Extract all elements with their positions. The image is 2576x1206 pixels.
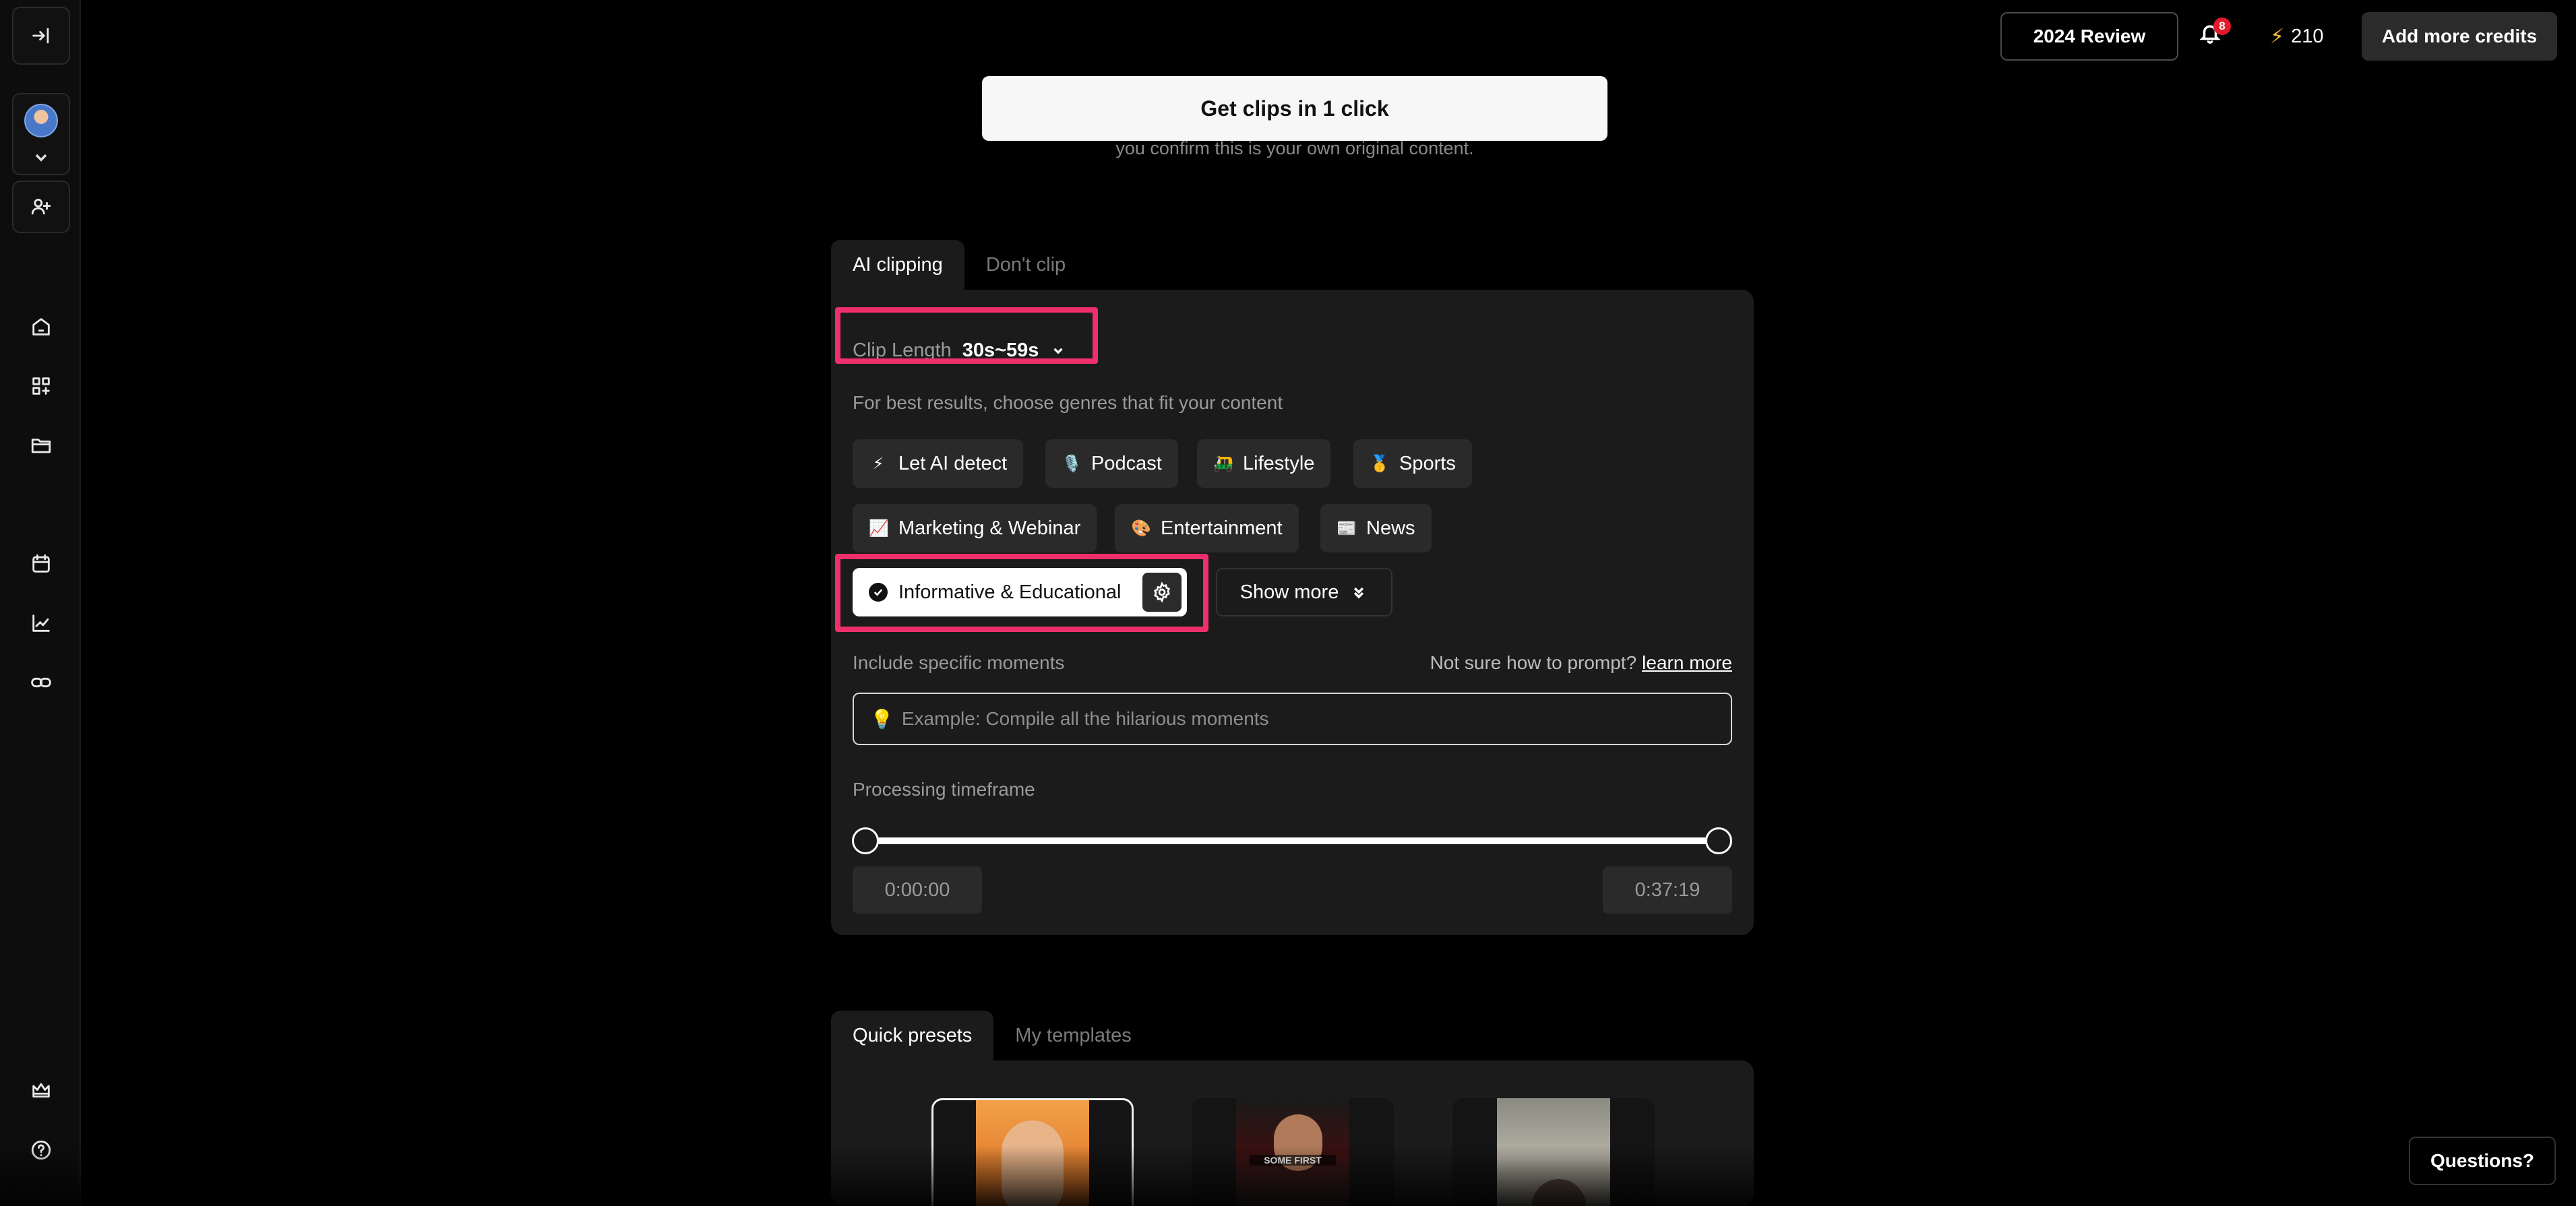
checkmark-icon <box>869 583 888 602</box>
genre-label: Entertainment <box>1161 517 1283 539</box>
calendar-icon <box>32 554 50 573</box>
genre-hint: For best results, choose genres that fit… <box>853 392 1283 413</box>
credits-count: 210 <box>2291 25 2324 47</box>
medal-icon: 🥇 <box>1370 454 1390 473</box>
get-clips-button[interactable]: Get clips in 1 click <box>982 76 1607 141</box>
tab-my-templates[interactable]: My templates <box>993 1011 1153 1060</box>
collapse-sidebar-icon <box>32 28 49 44</box>
genre-chip-lifestyle[interactable]: 🛺 Lifestyle <box>1197 439 1331 488</box>
home-icon <box>32 318 50 336</box>
chart-up-icon: 📈 <box>869 519 889 538</box>
genre-settings-button[interactable] <box>1142 573 1182 612</box>
year-review-button[interactable]: 2024 Review <box>2000 12 2178 61</box>
avatar <box>24 104 58 137</box>
preset-card[interactable] <box>1452 1098 1655 1206</box>
tab-quick-presets[interactable]: Quick presets <box>831 1011 994 1060</box>
help-icon <box>31 1140 51 1160</box>
chevron-down-icon <box>30 146 53 168</box>
questions-button[interactable]: Questions? <box>2409 1137 2556 1185</box>
sidebar-item-links[interactable] <box>26 667 57 698</box>
lightbulb-icon: 💡 <box>870 708 894 730</box>
timeframe-end-field[interactable]: 0:37:19 <box>1603 866 1732 914</box>
lightning-icon: ⚡ <box>2270 25 2285 48</box>
genre-label: Sports <box>1399 452 1456 474</box>
sidebar-item-help[interactable] <box>26 1135 57 1166</box>
prompt-help: Not sure how to prompt? learn more <box>1430 652 1732 674</box>
timeframe-slider-track[interactable] <box>866 837 1718 844</box>
credits-display[interactable]: ⚡ 210 <box>2270 20 2323 53</box>
sidebar-item-analytics[interactable] <box>26 608 57 639</box>
genre-chip-entertainment[interactable]: 🎨 Entertainment <box>1115 504 1299 552</box>
tab-ai-clipping[interactable]: AI clipping <box>831 240 964 290</box>
preset-caption: SOME FIRST <box>1250 1155 1336 1166</box>
moments-input[interactable] <box>901 708 1731 730</box>
sidebar-item-upgrade[interactable] <box>26 1075 57 1106</box>
notifications-button[interactable]: 8 <box>2199 18 2231 53</box>
clip-length-value: 30s~59s <box>962 339 1039 361</box>
crown-icon <box>32 1083 50 1098</box>
genre-label: News <box>1366 517 1415 539</box>
invite-member-button[interactable] <box>12 181 70 233</box>
preset-tabs: Quick presets My templates <box>831 1011 1153 1060</box>
clipping-mode-tabs: AI clipping Don't clip <box>831 240 1087 290</box>
processing-timeframe-label: Processing timeframe <box>853 779 1035 800</box>
newspaper-icon: 📰 <box>1337 519 1357 538</box>
sidebar-item-apps[interactable] <box>26 371 57 402</box>
notification-badge: 8 <box>2213 18 2231 35</box>
sidebar-item-home[interactable] <box>26 311 57 342</box>
preset-thumbnail <box>976 1100 1089 1206</box>
add-user-icon <box>31 198 51 215</box>
genre-label: Lifestyle <box>1243 452 1315 474</box>
genre-label: Informative & Educational <box>898 581 1122 603</box>
link-icon <box>31 677 51 688</box>
preset-card[interactable]: SOME FIRST <box>1192 1098 1394 1206</box>
lightning-icon: ⚡ <box>872 454 884 473</box>
apps-icon <box>32 377 50 395</box>
prompt-help-text: Not sure how to prompt? <box>1430 652 1637 673</box>
timeframe-start-handle[interactable] <box>852 827 879 854</box>
sidebar <box>0 0 81 1206</box>
show-more-label: Show more <box>1239 581 1339 603</box>
learn-more-link[interactable]: learn more <box>1642 652 1732 673</box>
preset-thumbnail <box>1497 1098 1610 1206</box>
genre-label: Marketing & Webinar <box>898 517 1081 539</box>
microphone-icon: 🎙️ <box>1062 454 1082 473</box>
profile-switcher[interactable] <box>12 93 70 175</box>
genre-chip-news[interactable]: 📰 News <box>1320 504 1432 552</box>
collapse-sidebar-button[interactable] <box>12 7 70 65</box>
clip-length-dropdown[interactable]: Clip Length 30s~59s <box>853 331 1067 369</box>
folder-icon <box>31 439 51 453</box>
sidebar-item-calendar[interactable] <box>26 548 57 579</box>
moments-input-box[interactable]: 💡 <box>853 693 1732 745</box>
add-credits-button[interactable]: Add more credits <box>2362 12 2557 61</box>
moments-label: Include specific moments <box>853 652 1065 673</box>
genre-chip-marketing-webinar[interactable]: 📈 Marketing & Webinar <box>853 504 1097 552</box>
palette-icon: 🎨 <box>1131 519 1151 538</box>
genre-label: Podcast <box>1091 452 1162 474</box>
timeframe-start-field[interactable]: 0:00:00 <box>853 866 982 914</box>
sidebar-item-projects[interactable] <box>26 430 57 461</box>
show-more-genres-button[interactable]: Show more <box>1216 568 1392 616</box>
timeframe-end-handle[interactable] <box>1705 827 1732 854</box>
clip-length-label: Clip Length <box>853 339 952 361</box>
genre-chip-sports[interactable]: 🥇 Sports <box>1353 439 1472 488</box>
genre-chip-podcast[interactable]: 🎙️ Podcast <box>1045 439 1178 488</box>
chevron-down-icon <box>1053 348 1064 354</box>
ownership-confirmation-text: you confirm this is your own original co… <box>1115 138 1474 158</box>
tab-dont-clip[interactable]: Don't clip <box>964 240 1087 290</box>
preset-card[interactable] <box>931 1098 1134 1206</box>
genre-label: Let AI detect <box>898 452 1008 474</box>
preset-thumbnail: SOME FIRST <box>1236 1098 1349 1206</box>
genre-chip-informative-educational[interactable]: Informative & Educational <box>853 568 1188 616</box>
presets-panel: SOME FIRST <box>831 1060 1754 1206</box>
analytics-icon <box>32 614 50 632</box>
gear-icon <box>1154 581 1171 603</box>
genre-chip-let-ai-detect[interactable]: ⚡ Let AI detect <box>853 439 1024 488</box>
double-chevron-down-icon <box>1354 587 1364 599</box>
clipping-settings-panel: Clip Length 30s~59s For best results, ch… <box>831 290 1754 935</box>
rickshaw-icon: 🛺 <box>1213 454 1233 473</box>
